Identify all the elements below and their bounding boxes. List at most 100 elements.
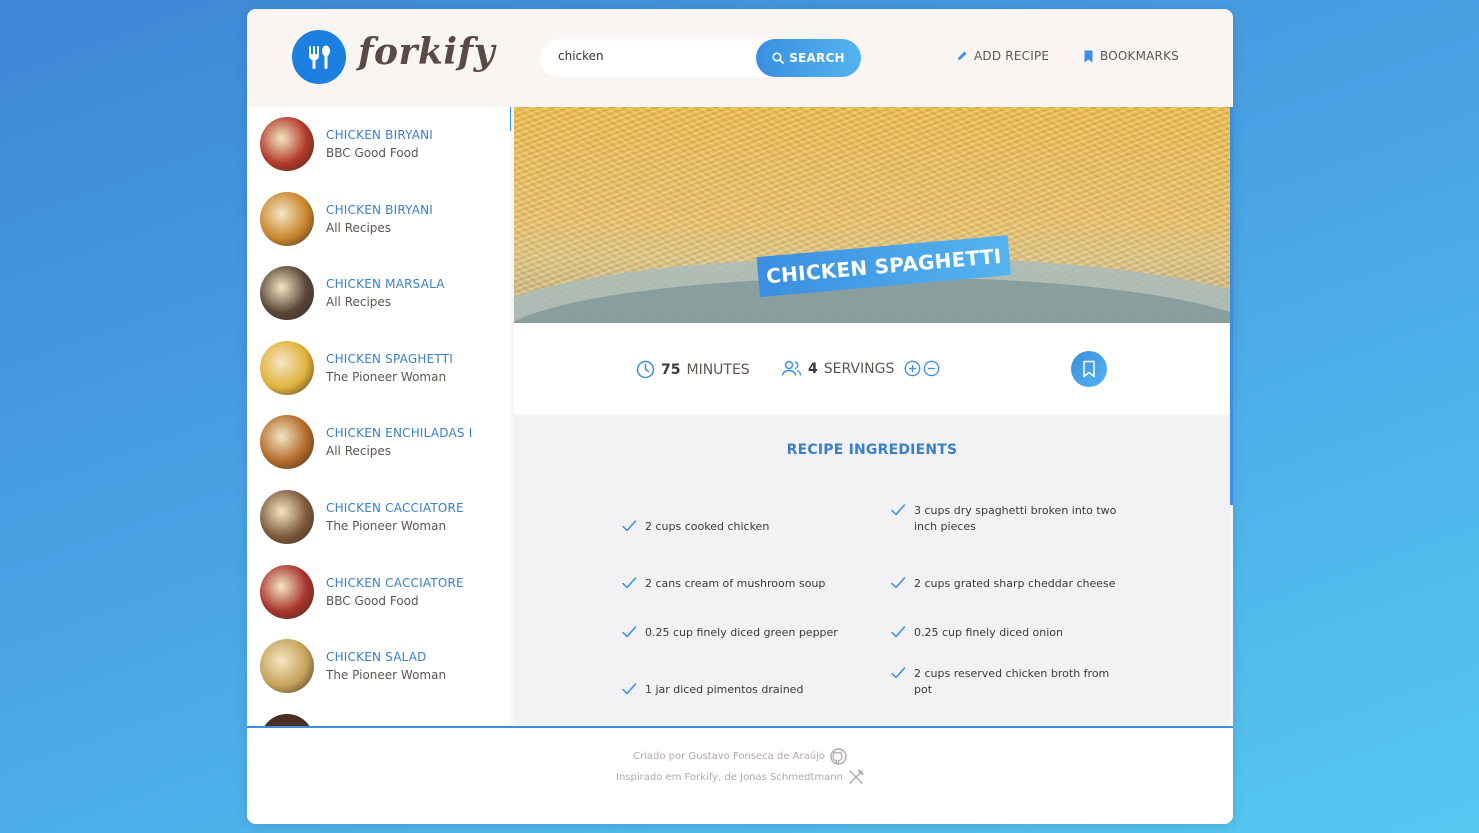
credit-inspiration-text: Inspirado em Forkify, de Jonas Schmedtma…: [616, 771, 843, 783]
result-thumbnail: [260, 565, 314, 619]
result-thumbnail: [260, 639, 314, 693]
result-thumbnail: [260, 415, 314, 469]
result-thumbnail: [260, 341, 314, 395]
result-publisher: The Pioneer Woman: [326, 370, 447, 384]
servings-value: 4: [808, 360, 818, 377]
add-recipe-button[interactable]: ADD RECIPE: [956, 49, 1049, 63]
github-icon[interactable]: [830, 748, 847, 765]
bookmarks-label: BOOKMARKS: [1100, 49, 1179, 63]
servings-label: SERVINGS: [823, 360, 895, 377]
search-input[interactable]: [558, 49, 748, 63]
result-title: CHICKEN MARSALA: [326, 277, 445, 291]
bookmark-icon: [1084, 50, 1093, 62]
search-form: SEARCH: [540, 39, 861, 77]
clock-icon: [636, 360, 655, 379]
result-thumbnail: [260, 266, 314, 320]
increase-servings-button[interactable]: [904, 360, 921, 377]
result-item[interactable]: CHICKEN CACCIATORE The Pioneer Woman: [260, 489, 510, 545]
pencil-icon: [958, 51, 967, 60]
ingredient-text: 1 jar diced pimentos drained: [645, 683, 804, 696]
footer: Criado por Gustavo Fonseca de Araújo Ins…: [247, 726, 1233, 824]
result-thumbnail: [260, 117, 314, 171]
add-recipe-label: ADD RECIPE: [974, 49, 1050, 63]
result-thumbnail: [260, 490, 314, 544]
minutes-label: MINUTES: [686, 361, 750, 378]
result-thumbnail: [260, 192, 314, 246]
ingredient-text: 2 cups cooked chicken: [645, 520, 770, 533]
logo-text: forkify: [358, 31, 495, 73]
ingredient-item: 3 cups dry spaghetti broken into two inc…: [890, 503, 1126, 535]
cooking-time: 75 MINUTES: [636, 360, 750, 379]
credit-author: Criado por Gustavo Fonseca de Araújo: [247, 748, 1233, 765]
result-thumbnail: [260, 714, 314, 726]
ingredient-text: 3 cups dry spaghetti broken into two inc…: [914, 504, 1117, 533]
bookmark-icon: [1083, 360, 1095, 378]
check-icon: [891, 577, 906, 589]
check-icon: [622, 577, 637, 589]
result-title: CHICKEN SPAGHETTI: [326, 352, 453, 366]
ingredient-item: 1 jar diced pimentos drained: [621, 682, 857, 698]
result-title: CHICKEN CACCIATORE: [326, 501, 464, 515]
result-item[interactable]: CHICKEN BIRYANI BBC Good Food: [260, 116, 510, 172]
result-title: CHICKEN BIRYANI: [326, 203, 434, 217]
app-window: forkify SEARCH ADD RECIPE BOOKMARKS: [247, 9, 1233, 824]
servings: 4 SERVINGS: [781, 360, 940, 377]
recipe-details: 75 MINUTES 4 SERVINGS: [514, 323, 1230, 415]
recipe-view: CHICKEN SPAGHETTI 75 MINUTES 4 SERVINGS …: [514, 107, 1230, 726]
search-button[interactable]: SEARCH: [756, 39, 861, 77]
ingredient-item: 2 cans cream of mushroom soup: [621, 576, 857, 592]
result-publisher: BBC Good Food: [326, 146, 419, 160]
check-icon: [622, 626, 637, 638]
result-title: CHICKEN BIRYANI: [326, 128, 434, 142]
credit-author-text: Criado por Gustavo Fonseca de Araújo: [633, 751, 825, 762]
result-title: CHICKEN SALAD: [326, 650, 427, 664]
ingredient-text: 0.25 cup finely diced onion: [914, 626, 1064, 639]
result-publisher: All Recipes: [326, 221, 392, 235]
result-item[interactable]: CHICKEN BIRYANI All Recipes: [260, 191, 510, 247]
recipe-image: CHICKEN SPAGHETTI: [514, 107, 1230, 323]
search-results: CHICKEN BIRYANI BBC Good Food CHICKEN BI…: [247, 107, 511, 726]
header: forkify SEARCH ADD RECIPE BOOKMARKS: [247, 9, 1233, 107]
ingredient-item: 2 cups reserved chicken broth from pot: [890, 666, 1126, 698]
result-item[interactable]: CHICKEN ENCHILADAS I All Recipes: [260, 414, 510, 470]
result-item[interactable]: CHICKEN MARSALA All Recipes: [260, 265, 510, 321]
recipe-scrollbar[interactable]: [1230, 107, 1233, 505]
ingredient-item: 2 cups grated sharp cheddar cheese: [890, 576, 1126, 592]
ingredient-text: 0.25 cup finely diced green pepper: [645, 626, 838, 639]
result-item[interactable]: CHICKEN SALAD The Pioneer Woman: [260, 638, 510, 694]
bookmark-recipe-button[interactable]: [1071, 351, 1107, 387]
ingredient-text: 2 cups reserved chicken broth from pot: [914, 667, 1110, 696]
result-item[interactable]: CHICKEN CACCIATORE BBC Good Food: [260, 564, 510, 620]
search-icon: [772, 52, 785, 64]
result-publisher: The Pioneer Woman: [326, 668, 447, 682]
result-title: CHICKEN CACCIATORE: [326, 576, 464, 590]
plus-circle-icon: [905, 360, 921, 377]
ingredients-heading: RECIPE INGREDIENTS: [786, 442, 958, 458]
credit-inspiration: Inspirado em Forkify, de Jonas Schmedtma…: [247, 769, 1233, 785]
result-item-partial[interactable]: [260, 713, 510, 726]
users-icon: [781, 360, 802, 376]
fork-knife-icon[interactable]: [848, 769, 864, 785]
minutes-value: 75: [661, 361, 681, 378]
check-icon: [891, 626, 906, 638]
check-icon: [622, 683, 637, 695]
bookmarks-button[interactable]: BOOKMARKS: [1083, 49, 1179, 63]
search-button-label: SEARCH: [789, 51, 845, 65]
result-publisher: All Recipes: [326, 295, 392, 309]
ingredient-item: 0.25 cup finely diced green pepper: [621, 625, 857, 641]
check-icon: [891, 504, 906, 516]
decrease-servings-button[interactable]: [923, 360, 940, 377]
ingredient-item: 2 cups cooked chicken: [621, 519, 857, 535]
ingredient-text: 2 cans cream of mushroom soup: [645, 577, 826, 590]
check-icon: [891, 667, 906, 679]
result-item[interactable]: CHICKEN SPAGHETTI The Pioneer Woman: [260, 340, 510, 396]
ingredient-item: 0.25 cup finely diced onion: [890, 625, 1126, 641]
sidebar-scrollbar[interactable]: [510, 107, 511, 131]
result-publisher: BBC Good Food: [326, 594, 419, 608]
result-publisher: The Pioneer Woman: [326, 519, 447, 533]
ingredient-text: 2 cups grated sharp cheddar cheese: [914, 577, 1116, 590]
minus-circle-icon: [924, 360, 940, 377]
ingredients-section: RECIPE INGREDIENTS 2 cups cooked chicken…: [514, 415, 1230, 726]
logo[interactable]: [292, 30, 346, 84]
result-title: CHICKEN ENCHILADAS I: [326, 426, 473, 440]
